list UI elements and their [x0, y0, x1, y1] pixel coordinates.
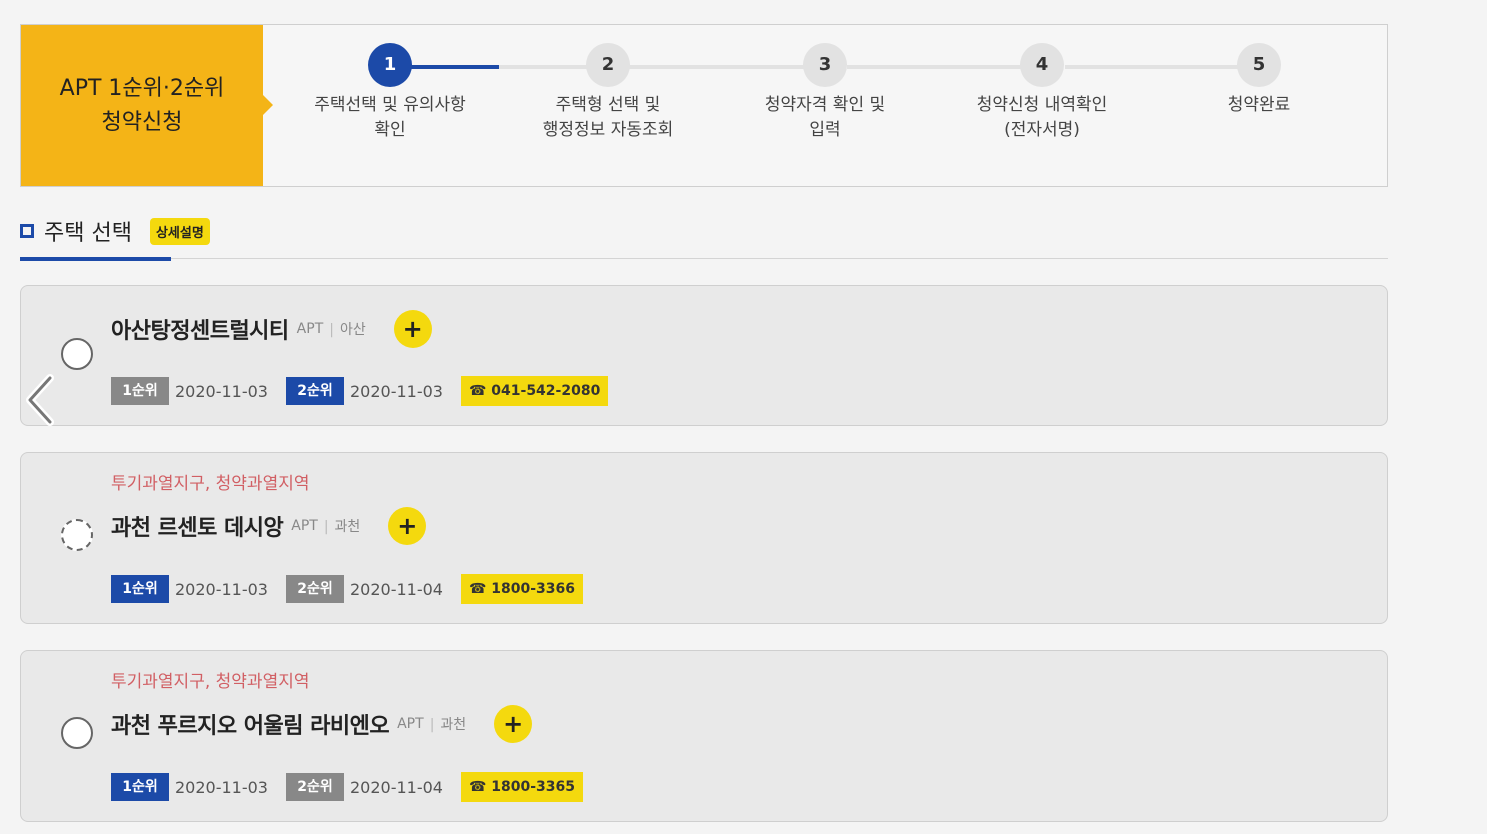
house-2-radio[interactable]: [61, 519, 93, 551]
house-1-phone: ☎ 041-542-2080: [460, 376, 609, 406]
house-3-region: 과천: [430, 714, 466, 734]
step-progress-panel: APT 1순위·2순위 청약신청 1 주택선택 및 유의사항 확인 2 주택형 …: [20, 24, 1388, 187]
house-3-phone: ☎ 1800-3365: [460, 772, 584, 802]
house-2-rank2-tag: 2순위: [285, 575, 344, 603]
house-card-2[interactable]: 투기과열지구, 청약과열지역 과천 르센토 데시앙 APT 과천 + 1순위 2…: [20, 452, 1388, 624]
house-3-title-row: 과천 푸르지오 어울림 라비엔오 APT 과천 +: [111, 705, 533, 743]
step-1: 1 주택선택 및 유의사항 확인: [280, 43, 500, 143]
house-2-rank1-date: 2020-11-03: [175, 579, 268, 599]
house-2-regulation-tag: 투기과열지구, 청약과열지역: [111, 474, 310, 494]
section-title: 주택 선택: [44, 221, 132, 246]
house-1-info-row: 1순위 2020-11-03 2순위 2020-11-03 ☎ 041-542-…: [111, 376, 609, 406]
house-3-type: APT: [397, 716, 424, 732]
step-2: 2 주택형 선택 및 행정정보 자동조회: [498, 43, 718, 143]
house-1-expand-button[interactable]: +: [393, 310, 432, 348]
chevron-left-icon[interactable]: [20, 372, 60, 428]
house-3-rank2-date: 2020-11-04: [349, 777, 443, 797]
step-5: 5 청약완료: [1149, 43, 1369, 118]
house-1-rank1-tag: 1순위: [111, 377, 169, 405]
house-2-expand-button[interactable]: +: [388, 507, 427, 545]
house-1-name: 아산탕정센트럴시티: [111, 319, 289, 344]
house-2-rank2-date: 2020-11-04: [349, 579, 443, 599]
house-2-type: APT: [291, 518, 318, 534]
house-3-rank2-tag: 2순위: [285, 773, 344, 801]
house-3-radio[interactable]: [61, 717, 93, 749]
step-5-label: 청약완료: [1227, 95, 1291, 115]
house-1-rank2-date: 2020-11-03: [349, 381, 443, 401]
section-heading: 주택 선택 상세설명: [20, 214, 210, 248]
house-1-radio[interactable]: [61, 338, 93, 370]
detail-description-button[interactable]: 상세설명: [149, 217, 210, 245]
step-1-number: 1: [368, 43, 412, 87]
house-2-rank1-tag: 1순위: [111, 575, 169, 603]
house-1-title-row: 아산탕정센트럴시티 APT 아산 +: [111, 310, 432, 348]
house-2-info-row: 1순위 2020-11-03 2순위 2020-11-04 ☎ 1800-336…: [111, 574, 584, 604]
house-1-rank1-date: 2020-11-03: [175, 381, 268, 401]
step-3-number: 3: [803, 43, 847, 87]
step-5-number: 5: [1237, 43, 1281, 87]
step-title-line1: APT 1순위·2순위: [59, 75, 225, 101]
house-2-region: 과천: [324, 516, 361, 536]
house-1-rank2-tag: 2순위: [285, 377, 344, 405]
house-card-3[interactable]: 투기과열지구, 청약과열지역 과천 푸르지오 어울림 라비엔오 APT 과천 +…: [20, 650, 1388, 822]
house-3-info-row: 1순위 2020-11-03 2순위 2020-11-04 ☎ 1800-336…: [111, 772, 584, 802]
step-3-label: 청약자격 확인 및 입력: [764, 95, 886, 140]
step-4: 4 청약신청 내역확인 (전자서명): [932, 43, 1152, 143]
step-title-line2: 청약신청: [101, 109, 183, 135]
house-1-type: APT: [296, 321, 324, 337]
house-card-1[interactable]: 아산탕정센트럴시티 APT 아산 + 1순위 2020-11-03 2순위 20…: [20, 285, 1388, 426]
house-3-expand-button[interactable]: +: [494, 705, 533, 743]
step-3: 3 청약자격 확인 및 입력: [715, 43, 935, 143]
house-3-rank1-date: 2020-11-03: [175, 777, 268, 797]
step-2-number: 2: [586, 43, 630, 87]
house-2-name: 과천 르센토 데시앙: [111, 516, 284, 541]
house-1-region: 아산: [329, 319, 366, 339]
house-2-phone: ☎ 1800-3366: [460, 574, 584, 604]
house-3-regulation-tag: 투기과열지구, 청약과열지역: [111, 672, 310, 692]
house-2-title-row: 과천 르센토 데시앙 APT 과천 +: [111, 507, 427, 545]
section-divider: [20, 258, 1388, 259]
step-title-box: APT 1순위·2순위 청약신청: [21, 25, 273, 186]
house-3-rank1-tag: 1순위: [111, 773, 169, 801]
section-divider-active: [20, 257, 171, 261]
step-1-label: 주택선택 및 유의사항 확인: [314, 95, 466, 140]
step-4-label: 청약신청 내역확인 (전자서명): [976, 95, 1108, 140]
step-4-number: 4: [1020, 43, 1064, 87]
step-2-label: 주택형 선택 및 행정정보 자동조회: [542, 95, 674, 140]
house-3-name: 과천 푸르지오 어울림 라비엔오: [111, 714, 390, 739]
square-bullet-icon: [20, 224, 34, 238]
